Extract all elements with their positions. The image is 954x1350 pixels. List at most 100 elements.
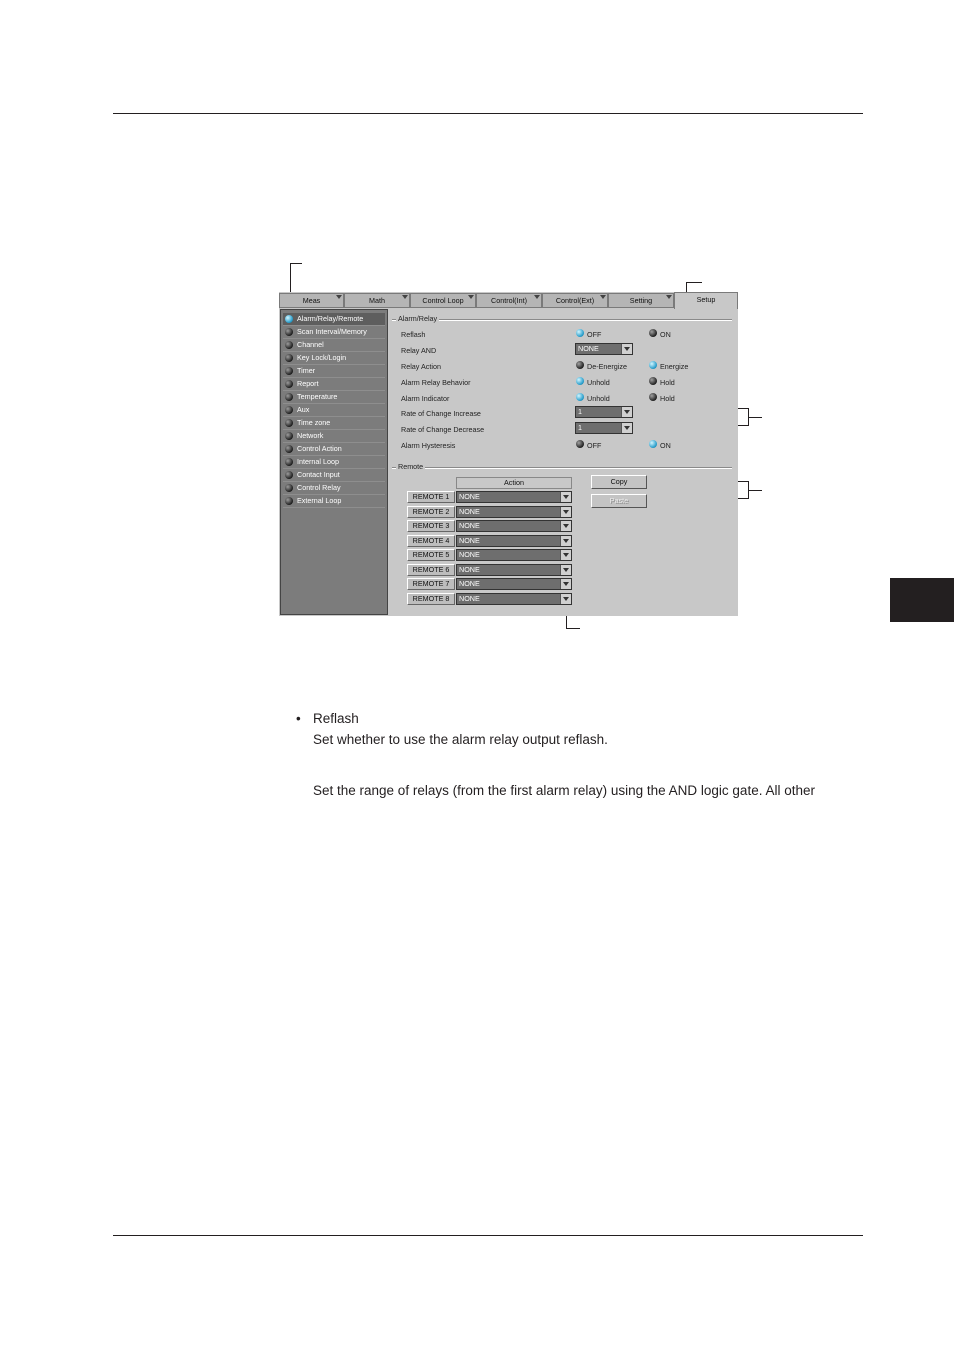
chevron-down-icon[interactable] [560, 564, 571, 575]
tab-meas[interactable]: Meas [279, 293, 344, 308]
roc-decrease-label: Rate of Change Decrease [401, 425, 485, 434]
relay-and-select[interactable]: NONE [575, 343, 633, 355]
nav-item[interactable]: Control Action [283, 443, 385, 456]
relay-action-deenergize-label: De-Energize [587, 362, 627, 371]
remote-row-label[interactable]: REMOTE 4 [407, 534, 455, 547]
remote-row-label[interactable]: REMOTE 3 [407, 520, 455, 532]
chevron-down-icon[interactable] [621, 423, 632, 433]
remote-action-select[interactable]: NONE [456, 534, 572, 547]
remote-action-select[interactable]: NONE [456, 549, 572, 561]
copy-button[interactable]: Copy [591, 475, 647, 489]
hysteresis-on-label: ON [660, 441, 671, 450]
remote-action-value: NONE [459, 506, 480, 516]
chevron-down-icon[interactable] [560, 593, 571, 604]
led-icon [285, 419, 293, 427]
remote-action-select[interactable]: NONE [456, 520, 572, 532]
remote-row-label[interactable]: REMOTE 5 [407, 549, 455, 561]
remote-row-label[interactable]: REMOTE 2 [407, 505, 455, 518]
led-icon [285, 458, 293, 466]
chevron-down-icon[interactable] [560, 521, 571, 531]
behavior-unhold-radio[interactable] [576, 377, 584, 385]
setup-nav-panel: Alarm/Relay/Remote Scan Interval/Memory Ch… [280, 309, 388, 615]
tab-control-ext[interactable]: Control(Ext) [542, 293, 608, 308]
tab-control-loop[interactable]: Control Loop [410, 293, 476, 308]
reflash-label: Reflash [401, 330, 426, 339]
action-column-header: Action [456, 477, 572, 489]
remote-action-select[interactable]: NONE [456, 592, 572, 605]
nav-item-label: Control Action [297, 444, 342, 453]
chevron-down-icon[interactable] [560, 579, 571, 589]
relay-action-deenergize-radio[interactable] [576, 361, 584, 369]
roc-increase-label: Rate of Change Increase [401, 409, 481, 418]
behavior-hold-radio[interactable] [649, 377, 657, 385]
hysteresis-off-label: OFF [587, 441, 602, 450]
chevron-down-icon[interactable] [560, 535, 571, 546]
remote-row-label[interactable]: REMOTE 6 [407, 563, 455, 576]
indicator-hold-radio[interactable] [649, 393, 657, 401]
remote-action-select[interactable]: NONE [456, 505, 572, 518]
chevron-down-icon[interactable] [621, 407, 632, 417]
remote-action-select[interactable]: NONE [456, 563, 572, 576]
hysteresis-off-radio[interactable] [576, 440, 584, 448]
nav-item[interactable]: Network [283, 430, 385, 443]
nav-item-label: Temperature [297, 392, 338, 401]
led-icon [285, 367, 293, 375]
led-icon [285, 380, 293, 388]
remote-row-label[interactable]: REMOTE 8 [407, 592, 455, 605]
remote-action-select[interactable]: NONE [456, 578, 572, 590]
nav-item-label: Scan Interval/Memory [297, 327, 367, 336]
nav-item[interactable]: Contact Input [283, 469, 385, 482]
reflash-off-label: OFF [587, 330, 602, 339]
nav-item[interactable]: Temperature [283, 391, 385, 404]
chapter-thumb-tab [890, 578, 954, 622]
paste-button[interactable]: Paste [591, 494, 647, 508]
alarm-hysteresis-label: Alarm Hysteresis [401, 441, 456, 450]
header-rule [113, 113, 863, 114]
led-icon [285, 484, 293, 492]
nav-item[interactable]: Alarm/Relay/Remote [283, 313, 385, 326]
nav-item[interactable]: Control Relay [283, 482, 385, 495]
nav-item[interactable]: Timer [283, 365, 385, 378]
reflash-off-radio[interactable] [576, 329, 584, 337]
nav-item[interactable]: Report [283, 378, 385, 391]
roc-increase-select[interactable]: 1 [575, 406, 633, 418]
relay-action-energize-label: Energize [660, 362, 689, 371]
nav-item-label: Internal Loop [297, 457, 339, 466]
remote-action-value: NONE [459, 564, 480, 574]
tab-control-int[interactable]: Control(Int) [476, 293, 542, 308]
nav-item[interactable]: Internal Loop [283, 456, 385, 469]
alarm-relay-group-title: Alarm/Relay [396, 314, 440, 323]
relay-action-energize-radio[interactable] [649, 361, 657, 369]
nav-item[interactable]: Key Lock/Login [283, 352, 385, 365]
remote-action-value: NONE [459, 579, 480, 588]
remote-action-select[interactable]: NONE [456, 491, 572, 503]
roc-decrease-select[interactable]: 1 [575, 422, 633, 434]
chevron-down-icon[interactable] [621, 344, 632, 354]
chevron-down-icon[interactable] [560, 550, 571, 560]
chevron-down-icon[interactable] [560, 492, 571, 502]
remote-action-value: NONE [459, 593, 480, 603]
chevron-down-icon[interactable] [560, 506, 571, 517]
remote-row-label[interactable]: REMOTE 7 [407, 578, 455, 590]
nav-item[interactable]: Aux [283, 404, 385, 417]
hysteresis-on-radio[interactable] [649, 440, 657, 448]
nav-item[interactable]: Time zone [283, 417, 385, 430]
nav-item-label: Report [297, 379, 319, 388]
remote-row-label[interactable]: REMOTE 1 [407, 491, 455, 503]
alarm-indicator-label: Alarm Indicator [401, 394, 450, 403]
tab-setup[interactable]: Setup [674, 292, 738, 309]
indicator-unhold-label: Unhold [587, 394, 610, 403]
reflash-on-radio[interactable] [649, 329, 657, 337]
remote-group-line [392, 467, 732, 469]
tab-setting[interactable]: Setting [608, 293, 674, 308]
nav-item-label: External Loop [297, 496, 342, 505]
tab-math[interactable]: Math [344, 293, 410, 308]
remote-action-value: NONE [459, 521, 480, 530]
nav-item[interactable]: Scan Interval/Memory [283, 326, 385, 339]
nav-item[interactable]: External Loop [283, 495, 385, 508]
nav-item[interactable]: Channel [283, 339, 385, 352]
callout-btn-tail [748, 490, 762, 491]
indicator-unhold-radio[interactable] [576, 393, 584, 401]
tab-bar: Meas Math Control Loop Control(Int) Cont… [279, 292, 738, 309]
led-icon [285, 315, 293, 323]
